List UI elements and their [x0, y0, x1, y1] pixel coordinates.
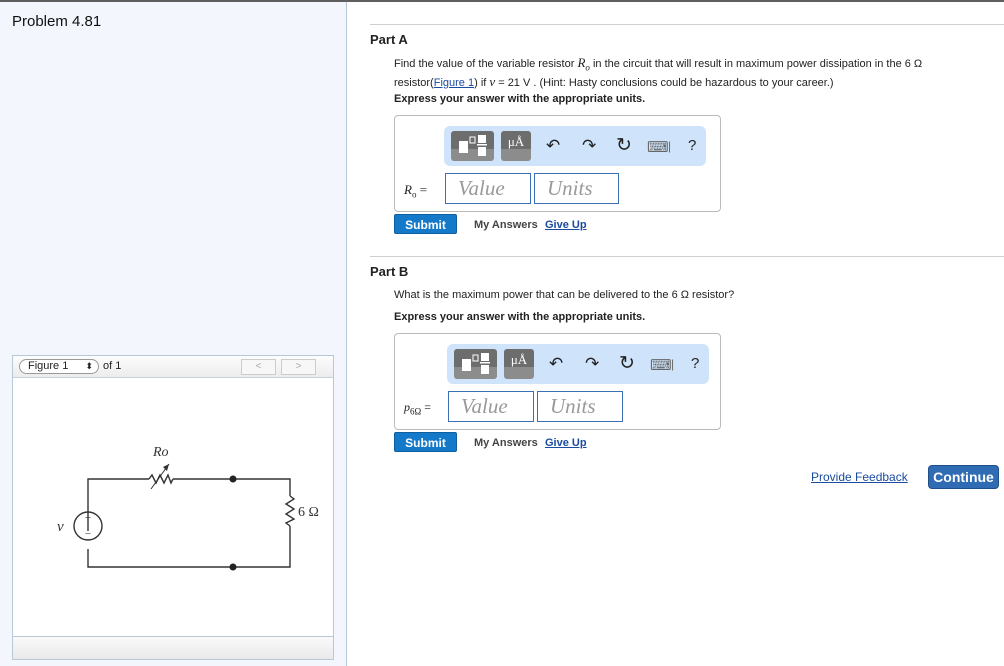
circuit-diagram: + − v Ro 6 Ω [57, 445, 319, 571]
part-a-question: Find the value of the variable resistor … [394, 56, 984, 90]
variable-resistor-label: Ro [152, 445, 169, 460]
figure-panel: Figure 1 ⬍ of 1 < > + − v Ro 6 Ω [12, 355, 334, 660]
toolbar-divider: | [668, 139, 672, 153]
left-panel: Problem 4.81 Figure 1 ⬍ of 1 < > + − v R… [0, 2, 347, 666]
units-button[interactable]: μÅ [501, 131, 531, 161]
part-a-title: Part A [370, 32, 408, 47]
keyboard-icon[interactable]: ⌨ [650, 356, 672, 374]
reset-icon[interactable]: ↻ [619, 352, 635, 375]
figure-toolbar: Figure 1 ⬍ of 1 < > [13, 356, 333, 378]
source-plus: + [85, 512, 91, 524]
q-text-3: resistor( [394, 76, 434, 89]
part-b-question: What is the maximum power that can be de… [394, 289, 735, 301]
reset-icon[interactable]: ↻ [616, 134, 632, 157]
templates-button[interactable] [454, 349, 497, 379]
figure-footer [13, 636, 333, 659]
next-figure-button[interactable]: > [281, 359, 316, 375]
redo-icon[interactable]: ↷ [582, 136, 596, 156]
help-icon[interactable]: ? [691, 355, 699, 372]
provide-feedback-link[interactable]: Provide Feedback [811, 470, 908, 484]
wire-top-left [87, 478, 149, 531]
part-b-express: Express your answer with the appropriate… [394, 311, 646, 323]
load-resistor-label: 6 Ω [298, 505, 319, 520]
part-a-value-input[interactable]: Value [445, 173, 531, 204]
part-a-answer-label: Ro = [404, 182, 428, 200]
part-b-units-input[interactable]: Units [537, 391, 623, 422]
source-label: v [57, 519, 64, 535]
node-bottom [229, 563, 237, 571]
part-b-value-input[interactable]: Value [448, 391, 534, 422]
node-top [229, 475, 237, 483]
undo-icon[interactable]: ↶ [549, 354, 563, 374]
part-a-divider [370, 24, 1004, 25]
part-a-answer-box: μÅ ↶ ↷ ↻ ⌨ | ? Ro = Value Units [394, 115, 721, 212]
part-a-math-toolbar: μÅ ↶ ↷ ↻ ⌨ | ? [444, 126, 706, 166]
keyboard-icon[interactable]: ⌨ [647, 138, 669, 156]
load-resistor [284, 495, 296, 527]
part-b-answer-label: p6Ω = [404, 400, 431, 417]
part-b-answer-box: μÅ ↶ ↷ ↻ ⌨ | ? p6Ω = Value Units [394, 333, 721, 430]
problem-title: Problem 4.81 [12, 13, 102, 30]
part-b-give-up[interactable]: Give Up [545, 437, 587, 449]
templates-icon [459, 135, 487, 156]
part-a-submit-button[interactable]: Submit [394, 214, 457, 234]
part-a-express: Express your answer with the appropriate… [394, 93, 646, 105]
q-text-4: ) if [474, 76, 490, 89]
toolbar-divider: | [671, 357, 675, 371]
part-b-divider [370, 256, 1004, 257]
part-b-my-answers[interactable]: My Answers [474, 437, 538, 449]
part-b-submit-button[interactable]: Submit [394, 432, 457, 452]
figure-select-value: Figure 1 [28, 360, 69, 372]
arrow-head-icon [163, 464, 169, 471]
select-arrows-icon: ⬍ [85, 361, 93, 371]
redo-icon[interactable]: ↷ [585, 354, 599, 374]
undo-icon[interactable]: ↶ [546, 136, 560, 156]
variable-resistor [148, 473, 174, 485]
q-text-1: Find the value of the variable resistor [394, 58, 578, 70]
templates-button[interactable] [451, 131, 494, 161]
continue-button[interactable]: Continue [928, 465, 999, 489]
wire-bottom [87, 526, 291, 568]
q-text-5: = 21 V . (Hint: Hasty conclusions could … [495, 76, 834, 89]
prev-figure-button[interactable]: < [241, 359, 276, 375]
part-b-math-toolbar: μÅ ↶ ↷ ↻ ⌨ | ? [447, 344, 709, 384]
figure-1-link[interactable]: Figure 1 [434, 77, 474, 89]
source-minus: − [85, 528, 91, 540]
units-button[interactable]: μÅ [504, 349, 534, 379]
q-var-r: Ro [577, 55, 590, 73]
help-icon[interactable]: ? [688, 137, 696, 154]
figure-count: of 1 [103, 360, 122, 372]
part-a-my-answers[interactable]: My Answers [474, 219, 538, 231]
q-text-2: in the circuit that will result in maxim… [589, 58, 923, 70]
templates-icon [462, 353, 490, 374]
part-b-title: Part B [370, 264, 409, 279]
part-a-give-up[interactable]: Give Up [545, 219, 587, 231]
part-a-units-input[interactable]: Units [534, 173, 619, 204]
figure-select[interactable]: Figure 1 ⬍ [19, 359, 99, 374]
